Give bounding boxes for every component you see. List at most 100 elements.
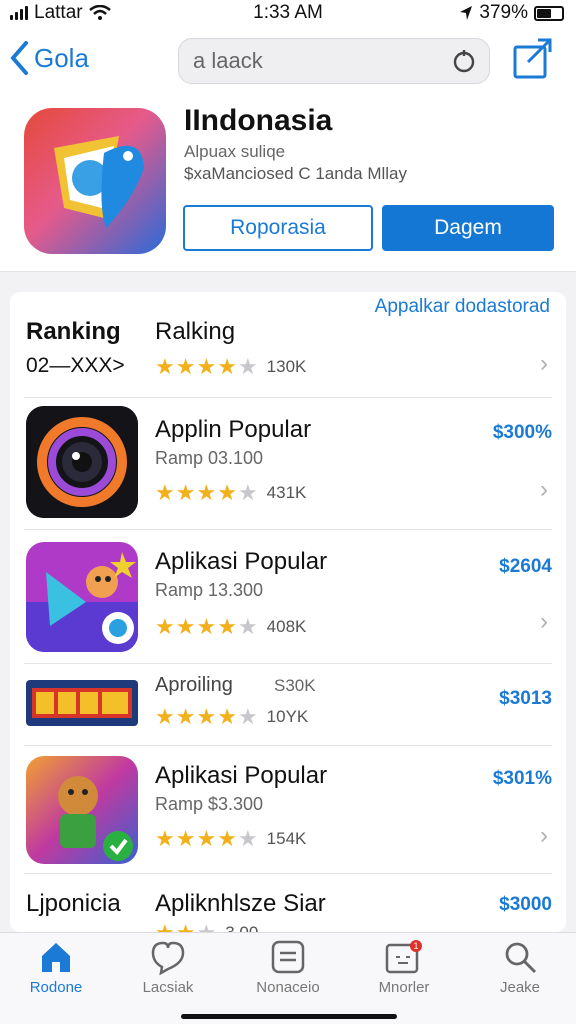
app-developer: $xaManciosed C 1anda Mllay [184, 164, 408, 183]
app-banner [26, 680, 138, 726]
battery-icon [534, 5, 564, 21]
back-button[interactable]: Gola [8, 40, 89, 76]
star-icon: ★ [217, 704, 237, 729]
tab-messages[interactable]: Lacsiak [118, 939, 218, 996]
list-item[interactable]: Applin Popular Ramp 03.100 ★ ★ ★ ★ ★ 431K $3… [24, 398, 552, 530]
search-bar[interactable] [178, 38, 490, 84]
list-icon [271, 940, 305, 974]
star-icon: ★ [217, 480, 237, 505]
tab-list[interactable]: Nonaceio [238, 939, 338, 996]
price-button[interactable]: $301% [493, 768, 552, 790]
status-bar: Lattar 1:33 AM 379% [0, 0, 576, 30]
chevron-right-icon: › [540, 476, 548, 503]
compose-icon[interactable] [512, 38, 554, 80]
star-rating: ★ ★ ★ ★ ★ 154K [155, 828, 306, 850]
price-button[interactable]: $2604 [499, 556, 552, 578]
search-icon [505, 942, 537, 974]
tab-label: Jeake [499, 979, 541, 996]
star-icon: ★ [237, 614, 258, 639]
ranking-row[interactable]: Ranking 02—XXX> Ralking ★ ★ ★ ★ ★ 130K › [24, 310, 552, 398]
tab-label: Lacsiak [142, 979, 194, 996]
star-icon: ★ [196, 826, 217, 851]
star-icon: ★ [217, 826, 237, 851]
star-icon: ★ [196, 704, 217, 729]
app-header: IIndonasia Alpuax suliqe $xaManciosed C … [0, 94, 576, 272]
star-icon: ★ [237, 354, 258, 379]
secondary-button[interactable]: Roporasia [183, 205, 373, 251]
status-right: 379% [459, 2, 564, 24]
app-subtitle: Alpuax suliqe [184, 142, 286, 161]
star-icon: ★ [155, 704, 175, 729]
app-subtitle: Ramp $3.300 [155, 794, 264, 814]
star-icon: ★ [237, 826, 258, 851]
star-icon: ★ [155, 922, 175, 933]
star-icon: ★ [196, 354, 217, 379]
tab-notifications[interactable]: 1 Mnorler [354, 939, 454, 996]
nav-bar: Gola [0, 30, 576, 94]
star-icon: ★ [155, 826, 175, 851]
tab-label: Mnorler [378, 979, 430, 996]
app-icon[interactable] [24, 108, 166, 254]
price-button[interactable]: $3000 [499, 894, 552, 916]
star-icon: ★ [196, 480, 217, 505]
notification-badge: 1 [413, 941, 418, 951]
heart-chat-icon [151, 941, 185, 975]
star-icon: ★ [155, 614, 175, 639]
star-rating: ★ ★ ★ ★ ★ 431K [155, 482, 306, 504]
row-left-title: Ljponicia [26, 890, 121, 917]
get-button[interactable]: Dagem [382, 205, 554, 251]
app-thumbnail [26, 406, 138, 518]
rating-count: 10YK [266, 707, 309, 726]
list-item[interactable]: Ljponicia Apliknhlsze Siar ★★★ 3.00 $300… [24, 874, 552, 932]
refresh-icon[interactable] [451, 48, 477, 74]
rating-count: 408K [266, 617, 307, 636]
ranking-title: Ranking [26, 318, 121, 345]
back-label: Gola [34, 42, 89, 73]
star-rating: ★ ★ ★ ★ ★ 10YK [155, 706, 308, 728]
app-name: Aplikasi Popular [155, 762, 328, 789]
star-icon: ★ [217, 614, 237, 639]
star-icon: ★ [176, 922, 196, 933]
home-indicator[interactable] [181, 1014, 397, 1019]
star-rating: ★★★ 3.00 [155, 922, 258, 933]
price-button[interactable]: $3013 [499, 688, 552, 710]
app-subtitle: 3.00 [225, 923, 258, 932]
star-icon: ★ [196, 614, 217, 639]
list-item[interactable]: Aplikasi Popular Ramp $3.300 ★ ★ ★ ★ ★ 154K … [24, 746, 552, 874]
star-icon: ★ [237, 480, 258, 505]
tab-label: Nonaceio [256, 979, 320, 996]
app-subtitle: Ramp 03.100 [155, 448, 264, 468]
app-name: Aproiling [155, 674, 233, 696]
app-subtitle: S30K [274, 676, 316, 695]
battery-percent: 379% [479, 2, 528, 23]
list-item[interactable]: Aproiling S30K ★ ★ ★ ★ ★ 10YK $3013 [24, 664, 552, 746]
rating-count: 130K [266, 357, 307, 376]
star-rating: ★ ★ ★ ★ ★ 408K [155, 616, 306, 638]
tab-home[interactable]: Rodone [6, 939, 106, 996]
location-icon [460, 6, 473, 20]
chevron-right-icon: › [540, 608, 548, 635]
tab-search[interactable]: Jeake [470, 939, 570, 996]
list-item[interactable]: Aplikasi Popular Ramp 13.300 ★ ★ ★ ★ ★ 408K … [24, 530, 552, 664]
app-title: IIndonasia [184, 104, 333, 137]
star-icon: ★ [175, 826, 196, 851]
star-icon: ★ [155, 354, 175, 379]
row-name: Ralking [155, 318, 236, 345]
price-button[interactable]: $300% [493, 422, 552, 444]
notification-icon: 1 [385, 940, 422, 974]
star-icon: ★ [175, 354, 196, 379]
home-icon [42, 943, 70, 972]
app-list-card: Appalkar dodastorad Ranking 02—XXX> Ralk… [10, 292, 566, 932]
ranking-code: 02—XXX> [26, 354, 125, 377]
tab-label: Rodone [29, 979, 83, 996]
rating-count: 431K [266, 483, 307, 502]
search-input[interactable] [193, 47, 433, 75]
star-icon: ★ [175, 614, 196, 639]
star-rating: ★ ★ ★ ★ ★ 130K [155, 356, 306, 378]
star-icon: ★ [237, 704, 258, 729]
app-thumbnail [26, 756, 138, 864]
star-icon: ★ [217, 354, 237, 379]
chevron-right-icon: › [540, 350, 548, 377]
app-name: Applin Popular [155, 416, 312, 443]
app-subtitle: Ramp 13.300 [155, 580, 264, 600]
